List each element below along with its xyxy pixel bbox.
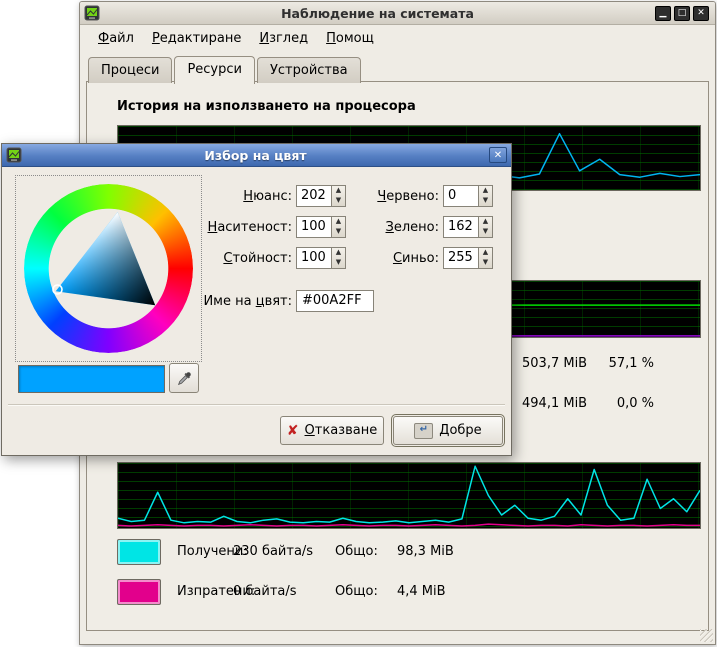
saturation-down-arrow-icon[interactable]: ▼	[332, 227, 345, 237]
eyedropper-button[interactable]	[169, 363, 199, 393]
dialog-icon	[6, 147, 22, 163]
sent-total-label: Общо:	[335, 579, 378, 605]
tab-devices[interactable]: Устройства	[257, 57, 361, 83]
menu-file[interactable]: Файл	[90, 28, 142, 49]
green-label: Зелено:	[349, 220, 439, 235]
hue-field: Нюанс: 202 ▲▼	[182, 184, 346, 208]
blue-down-arrow-icon[interactable]: ▼	[479, 258, 492, 268]
color-wheel[interactable]	[15, 175, 202, 362]
hue-value[interactable]: 202	[297, 186, 331, 206]
hsv-triangle[interactable]	[16, 176, 201, 361]
tab-resources[interactable]: Ресурси	[174, 56, 255, 84]
received-total: 98,3 MiB	[397, 539, 454, 565]
color-preview-swatch	[18, 365, 165, 393]
red-field: Червено: 0 ▲▼	[349, 184, 493, 208]
red-down-arrow-icon[interactable]: ▼	[479, 196, 492, 206]
received-total-label: Общо:	[335, 539, 378, 565]
menu-edit[interactable]: Редактиране	[144, 28, 249, 49]
ok-button-label: Добре	[439, 423, 481, 438]
network-legend-sent: Изпратени: 0 байта/s Общо: 4,4 MiB	[87, 579, 708, 607]
memory-used-percent: 57,1 %	[582, 354, 654, 374]
saturation-field: Наситеност: 100 ▲▼	[182, 215, 346, 239]
ok-button[interactable]: ↵ Добре	[393, 416, 503, 445]
dialog-close-button[interactable]: ✕	[489, 147, 507, 163]
green-down-arrow-icon[interactable]: ▼	[479, 227, 492, 237]
tab-processes[interactable]: Процеси	[88, 57, 172, 83]
green-spinbox[interactable]: 162 ▲▼	[443, 216, 493, 238]
red-up-arrow-icon[interactable]: ▲	[479, 186, 492, 196]
color-picker-dialog: Избор на цвят ✕	[1, 143, 512, 456]
red-value[interactable]: 0	[444, 186, 478, 206]
saturation-value[interactable]: 100	[297, 217, 331, 237]
menu-help[interactable]: Помощ	[318, 28, 382, 49]
minimize-button[interactable]: ▁	[655, 6, 671, 21]
blue-up-arrow-icon[interactable]: ▲	[479, 248, 492, 258]
menu-view[interactable]: Изглед	[251, 28, 316, 49]
sent-color-button[interactable]	[117, 579, 161, 605]
maximize-button[interactable]: □	[674, 6, 690, 21]
value-up-arrow-icon[interactable]: ▲	[332, 248, 345, 258]
blue-field: Синьо: 255 ▲▼	[349, 246, 493, 270]
cancel-x-icon: ✘	[287, 423, 299, 439]
desktop: Наблюдение на системата ▁ □ ✕ Файл Редак…	[0, 0, 717, 647]
blue-value[interactable]: 255	[444, 248, 478, 268]
color-name-input[interactable]: #00A2FF	[296, 290, 374, 312]
triangle-black-shade	[56, 212, 156, 305]
sent-rate: 0 байта/s	[233, 579, 297, 605]
cancel-button[interactable]: ✘ Отказване	[280, 416, 384, 445]
dialog-title: Избор на цвят	[26, 148, 485, 163]
hue-up-arrow-icon[interactable]: ▲	[332, 186, 345, 196]
tab-bar: Процеси Ресурси Устройства	[88, 55, 363, 83]
cancel-button-label: Отказване	[305, 423, 378, 438]
blue-spinbox[interactable]: 255 ▲▼	[443, 247, 493, 269]
green-up-arrow-icon[interactable]: ▲	[479, 217, 492, 227]
value-value[interactable]: 100	[297, 248, 331, 268]
received-rate: 230 байта/s	[233, 539, 313, 565]
dialog-titlebar[interactable]: Избор на цвят ✕	[2, 144, 511, 167]
value-spinbox[interactable]: 100 ▲▼	[296, 247, 346, 269]
window-title: Наблюдение на системата	[104, 6, 651, 21]
sent-total: 4,4 MiB	[397, 579, 446, 605]
saturation-label: Наситеност:	[182, 220, 292, 235]
eyedropper-icon	[170, 370, 198, 387]
red-spinbox[interactable]: 0 ▲▼	[443, 185, 493, 207]
color-name-label: Име на цвят:	[182, 294, 292, 309]
app-icon	[84, 5, 100, 21]
swap-used-percent: 0,0 %	[582, 394, 654, 414]
hue-spinbox[interactable]: 202 ▲▼	[296, 185, 346, 207]
action-area-separator	[8, 404, 505, 406]
ok-enter-icon: ↵	[414, 423, 433, 439]
swap-used-value: 494,1 MiB	[522, 394, 587, 414]
main-titlebar[interactable]: Наблюдение на системата ▁ □ ✕	[80, 2, 715, 25]
hue-down-arrow-icon[interactable]: ▼	[332, 196, 345, 206]
network-legend-received: Получени: 230 байта/s Общо: 98,3 MiB	[87, 539, 708, 567]
window-controls: ▁ □ ✕	[655, 6, 709, 21]
network-history-chart	[117, 462, 701, 529]
red-label: Червено:	[349, 189, 439, 204]
blue-label: Синьо:	[349, 251, 439, 266]
color-name-field: Име на цвят: #00A2FF	[182, 289, 374, 313]
close-button[interactable]: ✕	[693, 6, 709, 21]
value-label: Стойност:	[182, 251, 292, 266]
green-value[interactable]: 162	[444, 217, 478, 237]
value-field: Стойност: 100 ▲▼	[182, 246, 346, 270]
resize-grip[interactable]	[700, 629, 713, 642]
hue-label: Нюанс:	[182, 189, 292, 204]
green-field: Зелено: 162 ▲▼	[349, 215, 493, 239]
received-color-button[interactable]	[117, 539, 161, 565]
cpu-history-heading: История на използването на процесора	[117, 99, 416, 114]
saturation-spinbox[interactable]: 100 ▲▼	[296, 216, 346, 238]
menubar: Файл Редактиране Изглед Помощ	[80, 25, 715, 52]
saturation-up-arrow-icon[interactable]: ▲	[332, 217, 345, 227]
memory-used-value: 503,7 MiB	[522, 354, 587, 374]
value-down-arrow-icon[interactable]: ▼	[332, 258, 345, 268]
